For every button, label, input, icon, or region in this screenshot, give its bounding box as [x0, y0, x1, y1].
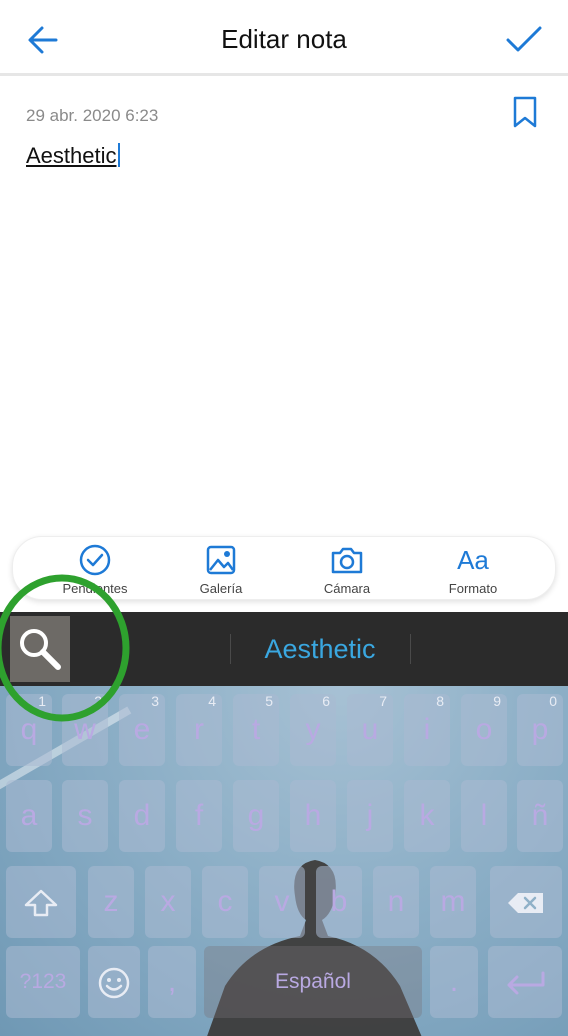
- toolbar-formato-button[interactable]: Aa Formato: [413, 543, 533, 596]
- shift-arrow-icon: [24, 889, 58, 917]
- backspace-icon: [508, 893, 543, 914]
- key-t[interactable]: t5: [233, 693, 279, 766]
- checkmark-icon[interactable]: [504, 22, 544, 58]
- key-a[interactable]: a: [6, 780, 52, 852]
- key-h[interactable]: h: [290, 780, 336, 852]
- key-b[interactable]: b: [316, 866, 362, 938]
- key-g[interactable]: g: [233, 780, 279, 852]
- shift-key[interactable]: [6, 866, 76, 938]
- toolbar-label: Cámara: [323, 581, 371, 596]
- key-k[interactable]: k: [404, 780, 450, 852]
- key-p[interactable]: p0: [517, 693, 563, 766]
- key-m[interactable]: m: [430, 866, 476, 938]
- text-format-icon: Aa: [457, 545, 489, 575]
- enter-key[interactable]: [488, 946, 562, 1018]
- key-v[interactable]: v: [259, 866, 305, 938]
- app-header: Editar nota: [0, 0, 568, 76]
- note-body-input[interactable]: Aesthetic: [26, 143, 120, 169]
- image-icon: [206, 545, 236, 575]
- period-key[interactable]: .: [430, 946, 478, 1018]
- key-x[interactable]: x: [145, 866, 191, 938]
- key-r[interactable]: r4: [176, 693, 222, 766]
- key-s[interactable]: s: [62, 780, 108, 852]
- suggestion-divider: [410, 634, 411, 664]
- key-i[interactable]: i8: [404, 693, 450, 766]
- symbols-key[interactable]: ?123: [6, 946, 80, 1018]
- enter-arrow-icon: [507, 971, 545, 995]
- toolbar-label: Formato: [448, 581, 498, 596]
- emoji-icon: [98, 967, 130, 999]
- key-u[interactable]: u7: [347, 693, 393, 766]
- key-n[interactable]: n: [373, 866, 419, 938]
- comma-key[interactable]: ,: [148, 946, 196, 1018]
- key-z[interactable]: z: [88, 866, 134, 938]
- key-c[interactable]: c: [202, 866, 248, 938]
- toolbar-label: Galería: [199, 581, 243, 596]
- toolbar-galeria-button[interactable]: Galería: [161, 543, 281, 596]
- bookmark-icon[interactable]: [512, 96, 538, 128]
- key-d[interactable]: d: [119, 780, 165, 852]
- page-title: Editar nota: [221, 24, 347, 54]
- key-f[interactable]: f: [176, 780, 222, 852]
- space-key[interactable]: Español: [204, 946, 422, 1018]
- check-circle-icon: [79, 544, 111, 576]
- key-j[interactable]: j: [347, 780, 393, 852]
- key-o[interactable]: o9: [461, 693, 507, 766]
- key-enye[interactable]: ñ: [517, 780, 563, 852]
- text-caret: [117, 143, 120, 167]
- keyboard: q1 w2 e3 r4 t5 y6 u7 i8 o9 p0 a s d f g …: [0, 686, 568, 1036]
- key-l[interactable]: l: [461, 780, 507, 852]
- note-timestamp: 29 abr. 2020 6:23: [26, 106, 159, 125]
- emoji-key[interactable]: [88, 946, 140, 1018]
- annotation-circle: [0, 574, 130, 722]
- toolbar-camara-button[interactable]: Cámara: [287, 543, 407, 596]
- backspace-key[interactable]: [490, 866, 562, 938]
- camera-icon: [331, 547, 363, 574]
- suggestion-word[interactable]: Aesthetic: [230, 634, 410, 665]
- note-body-text: Aesthetic: [26, 143, 117, 168]
- key-y[interactable]: y6: [290, 693, 336, 766]
